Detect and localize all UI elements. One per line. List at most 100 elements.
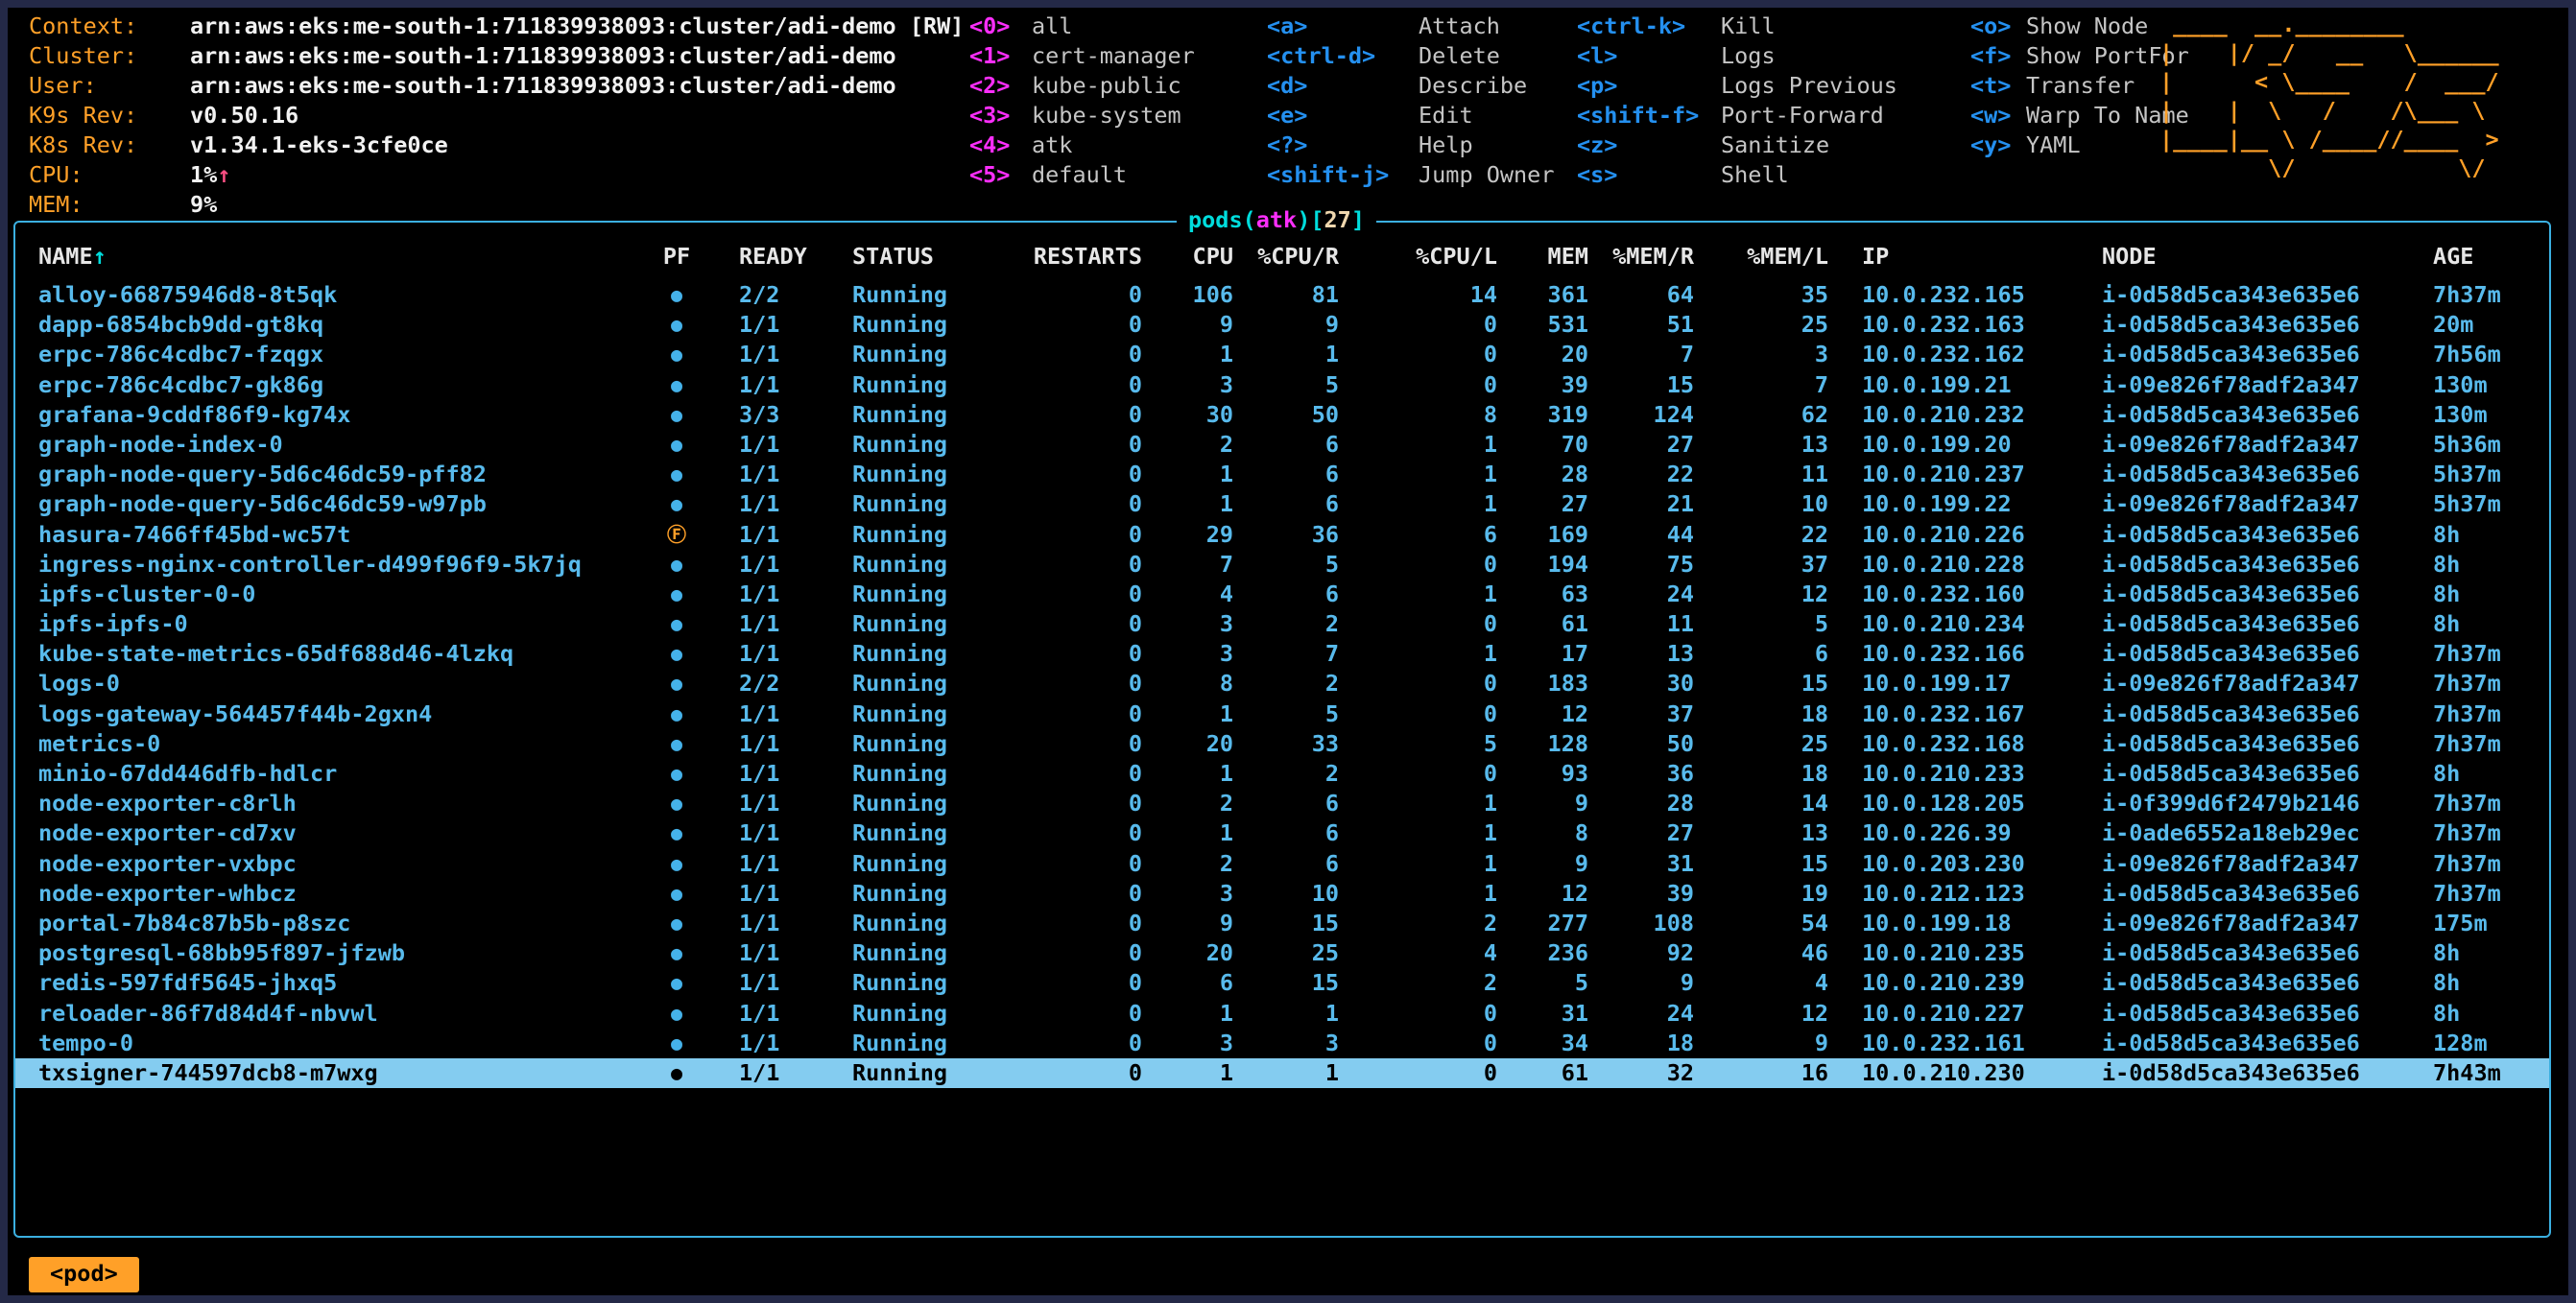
pod-mem-l: 3 — [1694, 340, 1828, 369]
namespace-hotkey-item[interactable]: <3> kube-system — [969, 101, 1195, 130]
command-hotkey-item[interactable]: <ctrl-k> Kill — [1577, 12, 1897, 41]
pod-mem-l: 12 — [1694, 999, 1828, 1029]
command-hotkey-item[interactable]: <shift-j> Jump Owner — [1267, 160, 1554, 190]
pod-name: node-exporter-whbcz — [38, 879, 643, 909]
pod-mem-l: 37 — [1694, 550, 1828, 580]
pod-mem-r: 18 — [1588, 1029, 1694, 1058]
pod-name: grafana-9cddf86f9-kg74x — [38, 400, 643, 430]
hotkey-key: <p> — [1577, 71, 1721, 101]
pod-restarts: 0 — [989, 699, 1142, 729]
port-forward-indicator-icon: ● — [643, 1058, 710, 1088]
pod-cpu-r: 25 — [1233, 938, 1339, 968]
pod-row[interactable]: dapp-6854bcb9dd-gt8kq ● 1/1 Running 0 9 … — [15, 310, 2549, 340]
pod-age: 7h37m — [2423, 669, 2543, 699]
namespace-hotkey-item[interactable]: <4> atk — [969, 130, 1195, 160]
pod-row[interactable]: hasura-7466ff45bd-wc57t Ⓕ 1/1 Running 0 … — [15, 520, 2549, 550]
pod-row[interactable]: tempo-0 ● 1/1 Running 0 3 3 0 34 18 9 10… — [15, 1029, 2549, 1058]
pod-row[interactable]: erpc-786c4cdbc7-fzqgx ● 1/1 Running 0 1 … — [15, 340, 2549, 369]
pod-row[interactable]: alloy-66875946d8-8t5qk ● 2/2 Running 0 1… — [15, 280, 2549, 310]
hotkey-key: <f> — [1970, 41, 2026, 71]
command-hotkey-item[interactable]: <p> Logs Previous — [1577, 71, 1897, 101]
resource-name: pods — [1188, 206, 1243, 233]
pod-ready: 1/1 — [710, 909, 852, 938]
port-forward-indicator-icon: ● — [643, 999, 710, 1029]
command-hotkey-item[interactable]: <a> Attach — [1267, 12, 1554, 41]
pod-cpu-l: 1 — [1339, 639, 1497, 669]
pod-cpu-l: 8 — [1339, 400, 1497, 430]
command-hotkey-item[interactable]: <y> YAML — [1970, 130, 2189, 160]
pod-row[interactable]: logs-0 ● 2/2 Running 0 8 2 0 183 30 15 1… — [15, 669, 2549, 699]
pod-row[interactable]: kube-state-metrics-65df688d46-4lzkq ● 1/… — [15, 639, 2549, 669]
pod-cpu-l: 1 — [1339, 430, 1497, 460]
port-forward-indicator-icon: ● — [643, 580, 710, 609]
column-header-restarts: RESTARTS — [989, 242, 1142, 272]
pod-row[interactable]: graph-node-index-0 ● 1/1 Running 0 2 6 1… — [15, 430, 2549, 460]
command-hotkey-item[interactable]: <o> Show Node — [1970, 12, 2189, 41]
pod-cpu-r: 33 — [1233, 729, 1339, 759]
pod-row[interactable]: redis-597fdf5645-jhxq5 ● 1/1 Running 0 6… — [15, 968, 2549, 998]
pod-status: Running — [852, 280, 989, 310]
pod-ip: 10.0.199.20 — [1828, 430, 2092, 460]
command-hotkey-item[interactable]: <f> Show PortFor — [1970, 41, 2189, 71]
pod-cpu: 2 — [1142, 789, 1233, 818]
pod-mem-l: 7 — [1694, 370, 1828, 400]
pod-row[interactable]: logs-gateway-564457f44b-2gxn4 ● 1/1 Runn… — [15, 699, 2549, 729]
pod-status: Running — [852, 999, 989, 1029]
pod-row[interactable]: minio-67dd446dfb-hdlcr ● 1/1 Running 0 1… — [15, 759, 2549, 789]
namespace-hotkey-item[interactable]: <5> default — [969, 160, 1195, 190]
command-hotkey-item[interactable]: <d> Describe — [1267, 71, 1554, 101]
command-hotkey-item[interactable]: <?> Help — [1267, 130, 1554, 160]
info-label: CPU: — [29, 160, 190, 190]
namespace-hotkey-item[interactable]: <0> all — [969, 12, 1195, 41]
column-header-pf: PF — [643, 242, 710, 272]
pod-node: i-0d58d5ca343e635e6 — [2092, 280, 2423, 310]
pod-row[interactable]: postgresql-68bb95f897-jfzwb ● 1/1 Runnin… — [15, 938, 2549, 968]
pod-mem-l: 14 — [1694, 789, 1828, 818]
pod-row[interactable]: graph-node-query-5d6c46dc59-pff82 ● 1/1 … — [15, 460, 2549, 489]
pod-row[interactable]: reloader-86f7d84d4f-nbvwl ● 1/1 Running … — [15, 999, 2549, 1029]
pod-ip: 10.0.232.161 — [1828, 1029, 2092, 1058]
info-value: arn:aws:eks:me-south-1:711839938093:clus… — [190, 71, 896, 101]
pod-ready: 1/1 — [710, 1029, 852, 1058]
namespace-hotkey-item[interactable]: <2> kube-public — [969, 71, 1195, 101]
pod-row[interactable]: ipfs-cluster-0-0 ● 1/1 Running 0 4 6 1 6… — [15, 580, 2549, 609]
pod-row[interactable]: metrics-0 ● 1/1 Running 0 20 33 5 128 50… — [15, 729, 2549, 759]
hotkey-key: <t> — [1970, 71, 2026, 101]
pod-row[interactable]: txsigner-744597dcb8-m7wxg ● 1/1 Running … — [15, 1058, 2549, 1088]
pod-row[interactable]: node-exporter-cd7xv ● 1/1 Running 0 1 6 … — [15, 818, 2549, 848]
pod-ready: 1/1 — [710, 938, 852, 968]
pod-row[interactable]: ingress-nginx-controller-d499f96f9-5k7jq… — [15, 550, 2549, 580]
pod-row[interactable]: grafana-9cddf86f9-kg74x ● 3/3 Running 0 … — [15, 400, 2549, 430]
pod-restarts: 0 — [989, 818, 1142, 848]
port-forward-indicator-icon: ● — [643, 639, 710, 669]
pod-row[interactable]: ipfs-ipfs-0 ● 1/1 Running 0 3 2 0 61 11 … — [15, 609, 2549, 639]
pod-ready: 1/1 — [710, 460, 852, 489]
pod-ip: 10.0.210.233 — [1828, 759, 2092, 789]
namespace-hotkey-item[interactable]: <1> cert-manager — [969, 41, 1195, 71]
pod-ready: 1/1 — [710, 968, 852, 998]
pod-mem-r: 64 — [1588, 280, 1694, 310]
pod-row[interactable]: node-exporter-c8rlh ● 1/1 Running 0 2 6 … — [15, 789, 2549, 818]
pod-cpu: 3 — [1142, 370, 1233, 400]
pod-mem-l: 16 — [1694, 1058, 1828, 1088]
pod-row[interactable]: erpc-786c4cdbc7-gk86g ● 1/1 Running 0 3 … — [15, 370, 2549, 400]
command-hotkey-item[interactable]: <ctrl-d> Delete — [1267, 41, 1554, 71]
pod-name: dapp-6854bcb9dd-gt8kq — [38, 310, 643, 340]
command-hotkey-item[interactable]: <shift-f> Port-Forward — [1577, 101, 1897, 130]
pod-cpu-r: 7 — [1233, 639, 1339, 669]
pod-cpu: 30 — [1142, 400, 1233, 430]
command-hotkey-item[interactable]: <t> Transfer — [1970, 71, 2189, 101]
command-hotkey-item[interactable]: <s> Shell — [1577, 160, 1897, 190]
command-hotkey-item[interactable]: <w> Warp To Name — [1970, 101, 2189, 130]
pod-mem-r: 11 — [1588, 609, 1694, 639]
pod-row[interactable]: node-exporter-vxbpc ● 1/1 Running 0 2 6 … — [15, 849, 2549, 879]
command-hotkey-item[interactable]: <l> Logs — [1577, 41, 1897, 71]
pod-row[interactable]: portal-7b84c87b5b-p8szc ● 1/1 Running 0 … — [15, 909, 2549, 938]
pod-restarts: 0 — [989, 789, 1142, 818]
pod-row[interactable]: node-exporter-whbcz ● 1/1 Running 0 3 10… — [15, 879, 2549, 909]
pod-cpu: 1 — [1142, 340, 1233, 369]
pod-row[interactable]: graph-node-query-5d6c46dc59-w97pb ● 1/1 … — [15, 489, 2549, 519]
command-hotkey-item[interactable]: <e> Edit — [1267, 101, 1554, 130]
command-hotkey-item[interactable]: <z> Sanitize — [1577, 130, 1897, 160]
pod-mem-l: 15 — [1694, 669, 1828, 699]
